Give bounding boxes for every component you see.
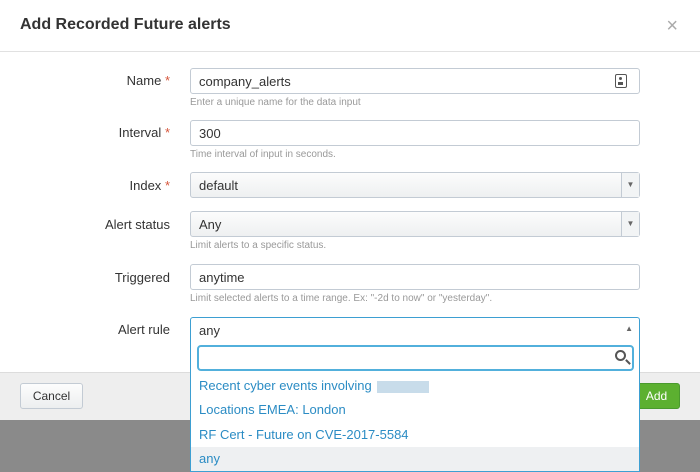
search-icon	[615, 350, 626, 361]
index-label-text: Index	[129, 178, 162, 193]
interval-help: Time interval of input in seconds.	[190, 149, 336, 160]
alert-status-label-text: Alert status	[104, 217, 170, 232]
id-card-icon[interactable]	[615, 74, 627, 88]
name-label-text: Name	[126, 73, 162, 88]
modal-header: Add Recorded Future alerts ×	[0, 0, 700, 52]
index-label: Index *	[130, 178, 171, 193]
cancel-button[interactable]: Cancel	[20, 383, 83, 409]
triggered-input-value: anytime	[199, 270, 245, 285]
alert-status-label: Alert status	[105, 217, 170, 232]
add-button[interactable]: Add	[633, 383, 680, 409]
index-select-value: default	[199, 178, 239, 193]
name-label: Name *	[127, 73, 170, 88]
required-marker: *	[164, 73, 170, 88]
alert-rule-option-selected[interactable]: any	[191, 447, 639, 471]
index-select[interactable]: default ▼	[190, 172, 640, 198]
triggered-help: Limit selected alerts to a time range. E…	[190, 293, 493, 304]
name-input-value: company_alerts	[199, 74, 291, 89]
dialog-title: Add Recorded Future alerts	[20, 16, 231, 33]
alert-rule-label: Alert rule	[118, 322, 170, 337]
alert-rule-label-text: Alert rule	[117, 322, 170, 337]
alert-rule-dropdown: Recent cyber events involving Locations …	[190, 342, 640, 472]
interval-input-value: 300	[199, 126, 221, 141]
alert-rule-option[interactable]: RF Cert - Future on CVE-2017-5584	[191, 423, 639, 447]
option-label: Recent cyber events involving	[199, 378, 372, 393]
alert-status-select-value: Any	[199, 217, 222, 232]
triggered-label: Triggered	[115, 270, 170, 285]
alert-rule-option[interactable]: Recent cyber events involving	[191, 374, 639, 398]
required-marker: *	[164, 125, 170, 140]
interval-input[interactable]: 300	[190, 120, 640, 146]
name-input[interactable]: company_alerts	[190, 68, 640, 94]
alert-status-help: Limit alerts to a specific status.	[190, 240, 327, 251]
name-help: Enter a unique name for the data input	[190, 97, 361, 108]
alert-rule-select-value: any	[199, 323, 220, 338]
alert-rule-option[interactable]: Locations EMEA: London	[191, 398, 639, 422]
close-icon[interactable]: ×	[666, 16, 678, 36]
alert-status-select[interactable]: Any ▼	[190, 211, 640, 237]
triggered-label-text: Triggered	[114, 270, 170, 285]
required-marker: *	[164, 178, 170, 193]
caret-down-icon[interactable]: ▼	[621, 212, 639, 236]
caret-up-icon[interactable]: ▲	[625, 324, 633, 333]
dropdown-search-input[interactable]	[197, 345, 634, 371]
caret-down-icon[interactable]: ▼	[621, 173, 639, 197]
triggered-input[interactable]: anytime	[190, 264, 640, 290]
interval-label: Interval *	[119, 125, 170, 140]
redacted-text	[377, 380, 430, 393]
interval-label-text: Interval	[118, 125, 162, 140]
alert-rule-select[interactable]: any ▲	[190, 317, 640, 343]
